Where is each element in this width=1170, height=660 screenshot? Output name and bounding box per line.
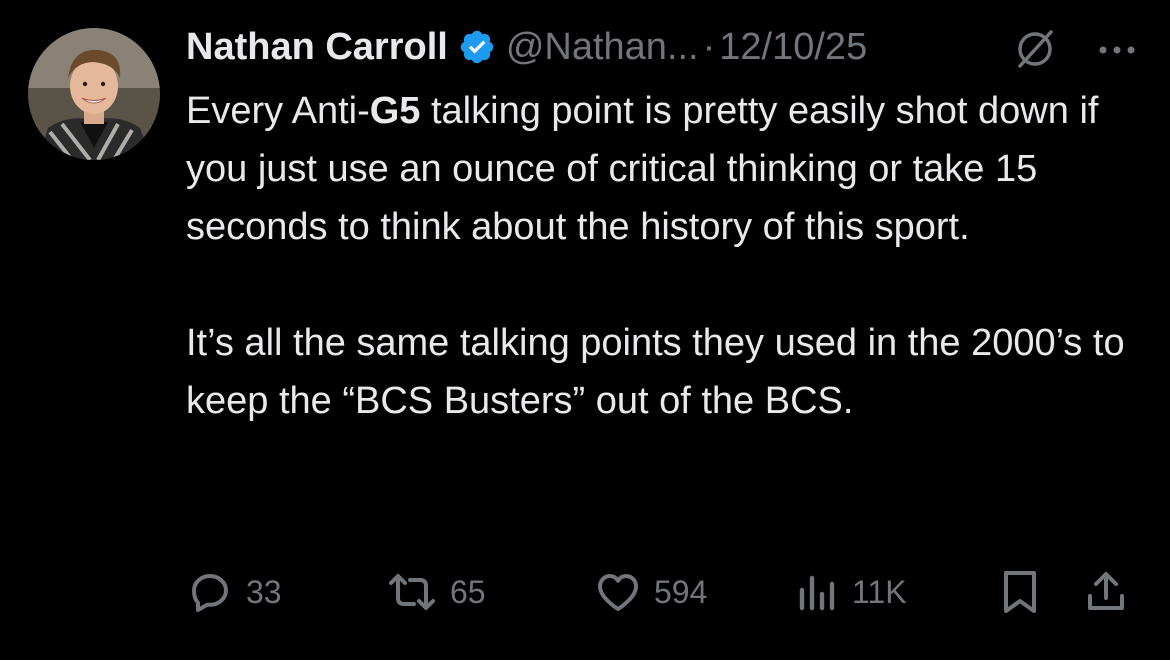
more-icon[interactable] bbox=[1094, 30, 1140, 70]
tweet-paragraph-1: Every Anti-G5 talking point is pretty ea… bbox=[186, 82, 1146, 256]
like-button[interactable]: 594 bbox=[594, 566, 707, 618]
reply-icon bbox=[186, 568, 234, 616]
repost-icon bbox=[386, 568, 438, 616]
body-text-part: Every Anti- bbox=[186, 90, 370, 132]
like-count: 594 bbox=[654, 573, 708, 610]
avatar[interactable] bbox=[28, 28, 160, 160]
action-bar: 33 65 594 11K bbox=[186, 566, 1146, 618]
share-icon bbox=[1082, 568, 1130, 616]
heart-icon bbox=[594, 568, 642, 616]
views-button[interactable]: 11K bbox=[796, 566, 907, 618]
share-button[interactable] bbox=[1082, 566, 1130, 618]
profile-photo-icon bbox=[28, 28, 160, 160]
repost-button[interactable]: 65 bbox=[386, 566, 486, 618]
tweet-paragraph-2: It’s all the same talking points they us… bbox=[186, 322, 1125, 422]
tweet-date[interactable]: 12/10/25 bbox=[719, 26, 867, 69]
tweet-header: Nathan Carroll @Nathan... · 12/10/25 bbox=[186, 22, 867, 72]
tweet-body: Every Anti-G5 talking point is pretty ea… bbox=[186, 82, 1146, 430]
author-name[interactable]: Nathan Carroll bbox=[186, 26, 448, 69]
bookmark-icon bbox=[998, 568, 1042, 616]
bookmark-button[interactable] bbox=[998, 566, 1042, 618]
hashtag-g5[interactable]: G5 bbox=[370, 90, 421, 132]
reply-count: 33 bbox=[246, 573, 282, 610]
tweet[interactable]: Nathan Carroll @Nathan... · 12/10/25 Eve… bbox=[0, 0, 1170, 660]
author-handle[interactable]: @Nathan... bbox=[506, 26, 699, 69]
grok-icon[interactable] bbox=[1014, 28, 1056, 70]
separator-dot: · bbox=[702, 25, 716, 68]
views-icon bbox=[796, 570, 840, 614]
repost-count: 65 bbox=[450, 573, 486, 610]
verified-badge-icon[interactable] bbox=[458, 28, 496, 66]
reply-button[interactable]: 33 bbox=[186, 566, 282, 618]
views-count: 11K bbox=[852, 573, 907, 610]
